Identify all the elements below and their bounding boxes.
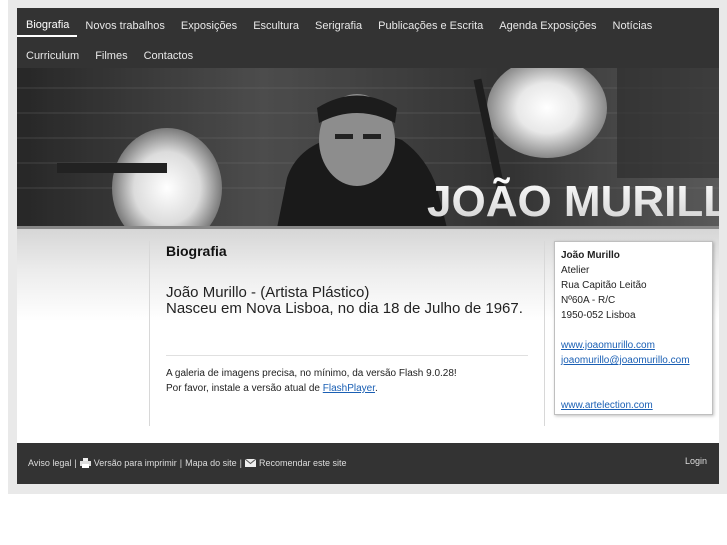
printer-icon xyxy=(79,458,91,468)
contact-box: João Murillo Atelier Rua Capitão Leitão … xyxy=(554,241,713,415)
header-banner-photo: JOÃO MURILLO xyxy=(17,68,719,228)
nav-item-exposicoes[interactable]: Exposições xyxy=(173,15,245,37)
page-title: Biografia xyxy=(166,243,227,259)
footer: Aviso legal | Versão para imprimir | Map… xyxy=(17,443,719,484)
footer-links: Aviso legal | Versão para imprimir | Map… xyxy=(28,458,350,468)
main-content: Biografia João Murillo - (Artista Plásti… xyxy=(166,241,528,396)
nav-item-escultura[interactable]: Escultura xyxy=(245,15,307,37)
contact-address-line: Rua Capitão Leitão xyxy=(561,280,647,291)
nav-item-serigrafia[interactable]: Serigrafia xyxy=(307,15,370,37)
contact-address-line: Atelier xyxy=(561,265,590,276)
column-divider-left xyxy=(149,241,150,426)
nav-item-publicacoes[interactable]: Publicações e Escrita xyxy=(370,15,491,37)
left-column xyxy=(17,229,149,434)
flash-notice: A galeria de imagens precisa, no mínimo,… xyxy=(166,366,528,396)
nav-item-filmes[interactable]: Filmes xyxy=(87,45,135,67)
nav-row-2: Curriculum Filmes Contactos xyxy=(17,45,201,67)
main-navigation: Biografia Novos trabalhos Exposições Esc… xyxy=(17,8,719,68)
envelope-icon xyxy=(244,459,256,467)
site-container: Biografia Novos trabalhos Exposições Esc… xyxy=(17,8,719,484)
contact-address-line: 1950-052 Lisboa xyxy=(561,310,636,321)
flash-notice-suffix: . xyxy=(375,383,378,394)
nav-row-1: Biografia Novos trabalhos Exposições Esc… xyxy=(17,15,660,37)
sitemap-link[interactable]: Mapa do site xyxy=(185,458,237,468)
banner-title-text: JOÃO MURILLO xyxy=(427,176,719,226)
artelection-link[interactable]: www.artelection.com xyxy=(561,398,706,413)
intro-line-1: João Murillo - (Artista Plástico) xyxy=(166,284,370,301)
legal-notice-link[interactable]: Aviso legal xyxy=(28,458,71,468)
footer-separator: | xyxy=(239,458,242,468)
website-link[interactable]: www.joaomurillo.com xyxy=(561,338,706,353)
intro-line-2: Nasceu em Nova Lisboa, no dia 18 de Julh… xyxy=(166,300,523,317)
flash-notice-line-2: Por favor, instale a versão atual de Fla… xyxy=(166,381,528,396)
nav-item-agenda-exposicoes[interactable]: Agenda Exposições xyxy=(491,15,604,37)
banner-photo-illustration: JOÃO MURILLO xyxy=(17,68,719,228)
nav-item-noticias[interactable]: Notícias xyxy=(605,15,661,37)
login-link[interactable]: Login xyxy=(685,456,707,466)
content-divider xyxy=(166,355,528,356)
nav-item-biografia[interactable]: Biografia xyxy=(17,15,78,37)
contact-name: João Murillo xyxy=(561,250,620,261)
print-version-link[interactable]: Versão para imprimir xyxy=(94,458,177,468)
footer-separator: | xyxy=(74,458,77,468)
flash-notice-prefix: Por favor, instale a versão atual de xyxy=(166,383,323,394)
recommend-site-link[interactable]: Recomendar este site xyxy=(259,458,347,468)
nav-item-curriculum[interactable]: Curriculum xyxy=(17,45,87,67)
nav-item-novos-trabalhos[interactable]: Novos trabalhos xyxy=(77,15,173,37)
flashplayer-link[interactable]: FlashPlayer xyxy=(323,383,375,394)
intro-text: João Murillo - (Artista Plástico) Nasceu… xyxy=(166,285,528,317)
flash-notice-line-1: A galeria de imagens precisa, no mínimo,… xyxy=(166,368,457,379)
column-divider-right xyxy=(544,241,545,426)
contact-address-line: Nº60A - R/C xyxy=(561,295,616,306)
nav-item-contactos[interactable]: Contactos xyxy=(136,45,202,67)
email-link[interactable]: joaomurillo@joaomurillo.com xyxy=(561,353,706,368)
footer-separator: | xyxy=(179,458,183,468)
